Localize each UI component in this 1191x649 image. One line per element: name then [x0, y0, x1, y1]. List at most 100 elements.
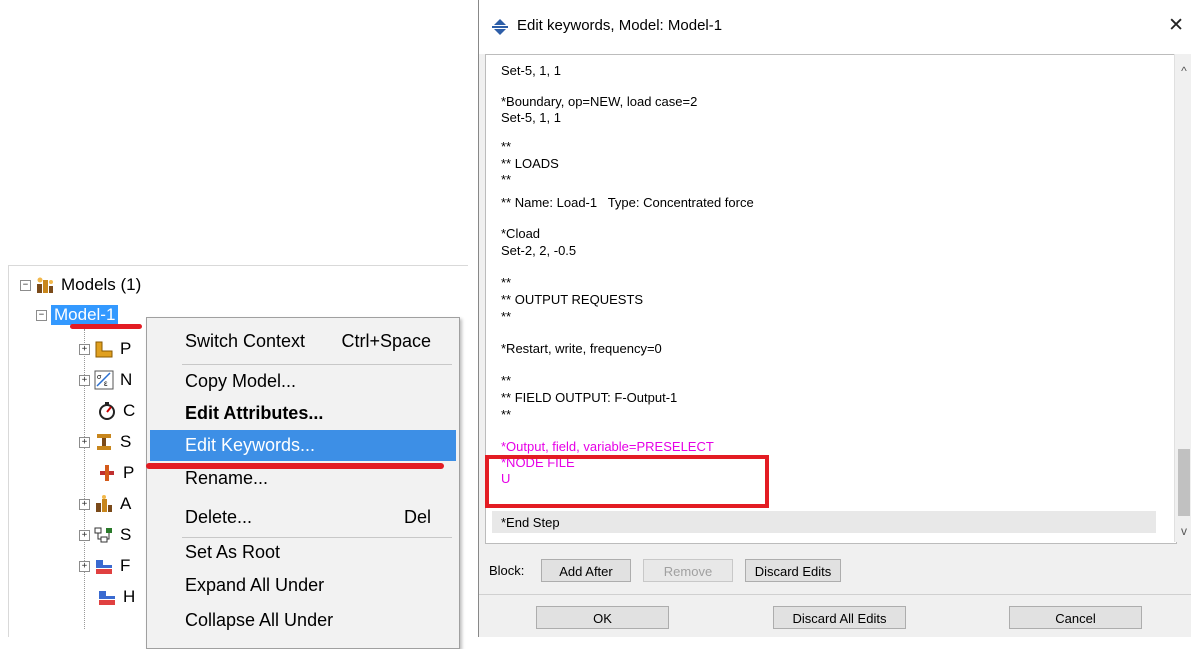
steps-icon [94, 525, 114, 545]
cancel-button[interactable]: Cancel [1009, 606, 1142, 629]
block-label: Block: [489, 563, 525, 578]
discard-all-edits-button[interactable]: Discard All Edits [773, 606, 906, 629]
keyword-line[interactable]: ** OUTPUT REQUESTS [501, 292, 643, 307]
parts-icon [94, 339, 114, 359]
menu-item-label: Set As Root [185, 542, 281, 562]
context-menu[interactable]: Switch Context Ctrl+Space Copy Model... … [146, 317, 460, 649]
model-1-label[interactable]: Model-1 [51, 305, 119, 325]
tree-root-label: Models (1) [61, 275, 142, 294]
keyword-line[interactable]: *End Step [501, 515, 560, 530]
menu-item-label: Edit Keywords... [185, 435, 316, 455]
expand-icon[interactable]: + [79, 529, 90, 541]
tree-child-label: P [120, 339, 132, 358]
discard-edits-button[interactable]: Discard Edits [745, 559, 841, 582]
scroll-up-icon[interactable]: ^ [1175, 64, 1191, 78]
vertical-scrollbar[interactable]: ^ v [1174, 54, 1191, 542]
keyword-line[interactable]: *Cload [501, 226, 540, 241]
menu-item-switch-context[interactable]: Switch Context Ctrl+Space [150, 326, 456, 357]
menu-item-label: Edit Attributes... [185, 403, 324, 423]
add-after-button[interactable]: Add After [541, 559, 631, 582]
svg-text:ε: ε [104, 379, 108, 388]
edit-keywords-dialog[interactable]: Edit keywords, Model: Model-1 ✕ Set-5, 1… [478, 0, 1191, 637]
menu-item-label: Collapse All Under [185, 610, 334, 630]
collapse-icon[interactable]: − [20, 279, 31, 291]
keyword-line[interactable]: Set-5, 1, 1 [501, 110, 561, 125]
tree-node-field-output[interactable]: + F [79, 555, 130, 577]
menu-item-label: Expand All Under [185, 575, 325, 595]
tree-node-history-output[interactable]: H [97, 586, 135, 608]
annotation-red-box [485, 455, 769, 508]
expand-icon[interactable]: + [79, 343, 90, 355]
tree-child-label: N [120, 370, 133, 389]
keyword-line[interactable]: ** Name: Load-1 Type: Concentrated force [501, 195, 754, 210]
expand-icon[interactable]: + [79, 436, 90, 448]
expand-icon[interactable]: + [79, 374, 90, 386]
keyword-line[interactable]: ** LOADS [501, 156, 559, 171]
keyword-line[interactable]: ** [501, 373, 511, 388]
materials-icon: εσ [94, 370, 114, 390]
menu-item-collapse-all-under[interactable]: Collapse All Under [150, 605, 456, 636]
tree-child-label: H [123, 587, 136, 606]
menu-item-label: Copy Model... [185, 371, 297, 391]
tree-node-parts[interactable]: + P [79, 338, 131, 360]
collapse-icon[interactable]: − [36, 309, 47, 321]
menu-item-shortcut: Ctrl+Space [341, 331, 431, 351]
close-icon[interactable]: ✕ [1168, 14, 1184, 37]
sections-icon [94, 432, 114, 452]
tree-node-steps[interactable]: + S [79, 524, 131, 546]
selected-block-highlight [492, 511, 1156, 533]
annotation-underline-edit-keywords [146, 463, 444, 469]
expand-icon[interactable]: + [79, 560, 90, 572]
tree-node-materials[interactable]: + εσ N [79, 369, 132, 391]
keyword-line[interactable]: ** [501, 172, 511, 187]
tree-node-profiles[interactable]: P [97, 462, 134, 484]
menu-item-edit-attributes[interactable]: Edit Attributes... [150, 398, 456, 429]
tree-node-sections[interactable]: + S [79, 431, 131, 453]
menu-item-set-as-root[interactable]: Set As Root [150, 537, 456, 568]
menu-item-delete[interactable]: Delete... Del [150, 502, 456, 533]
assembly-icon [94, 494, 114, 514]
keyword-line[interactable]: ** [501, 139, 511, 154]
ok-button[interactable]: OK [536, 606, 669, 629]
tree-child-label: S [120, 525, 132, 544]
expand-icon[interactable]: + [79, 498, 90, 510]
scroll-thumb[interactable] [1178, 449, 1190, 516]
keyword-line[interactable]: Set-2, 2, -0.5 [501, 243, 576, 258]
tree-child-label: C [123, 401, 136, 420]
menu-item-expand-all-under[interactable]: Expand All Under [150, 570, 456, 601]
keyword-line[interactable]: Set-5, 1, 1 [501, 63, 561, 78]
tree-child-label: S [120, 432, 132, 451]
tree-child-label: A [120, 494, 132, 513]
tree-child-label: P [123, 463, 135, 482]
profiles-icon [97, 463, 117, 483]
keyword-line[interactable]: ** [501, 275, 511, 290]
keyword-line[interactable]: ** [501, 309, 511, 324]
dialog-app-icon [491, 18, 509, 41]
keyword-line[interactable]: *Restart, write, frequency=0 [501, 341, 662, 356]
models-icon [35, 275, 55, 295]
remove-button[interactable]: Remove [643, 559, 733, 582]
menu-item-edit-keywords[interactable]: Edit Keywords... [150, 430, 456, 461]
svg-text:σ: σ [97, 374, 102, 381]
scroll-down-icon[interactable]: v [1175, 524, 1191, 538]
calibrations-icon [97, 401, 117, 421]
keyword-line-edited[interactable]: *Output, field, variable=PRESELECT [501, 439, 714, 454]
keyword-line[interactable]: *Boundary, op=NEW, load case=2 [501, 94, 697, 109]
dialog-titlebar[interactable]: Edit keywords, Model: Model-1 ✕ [479, 0, 1191, 54]
menu-item-copy-model[interactable]: Copy Model... [150, 366, 456, 397]
keyword-line[interactable]: ** FIELD OUTPUT: F-Output-1 [501, 390, 677, 405]
annotation-underline-model [70, 324, 142, 329]
menu-item-shortcut: Del [403, 507, 431, 527]
history-output-icon [97, 587, 117, 607]
tree-node-model-1[interactable]: − Model-1 [36, 304, 119, 326]
divider [479, 594, 1191, 595]
tree-child-label: F [120, 556, 131, 575]
menu-item-label: Delete... [185, 507, 253, 527]
tree-node-assembly[interactable]: + A [79, 493, 131, 515]
tree-border-top [8, 265, 468, 266]
tree-node-calibrations[interactable]: C [97, 400, 135, 422]
field-output-icon [94, 556, 114, 576]
tree-node-models[interactable]: − Models (1) [20, 274, 141, 296]
menu-item-label: Switch Context [185, 331, 306, 351]
keyword-line[interactable]: ** [501, 407, 511, 422]
